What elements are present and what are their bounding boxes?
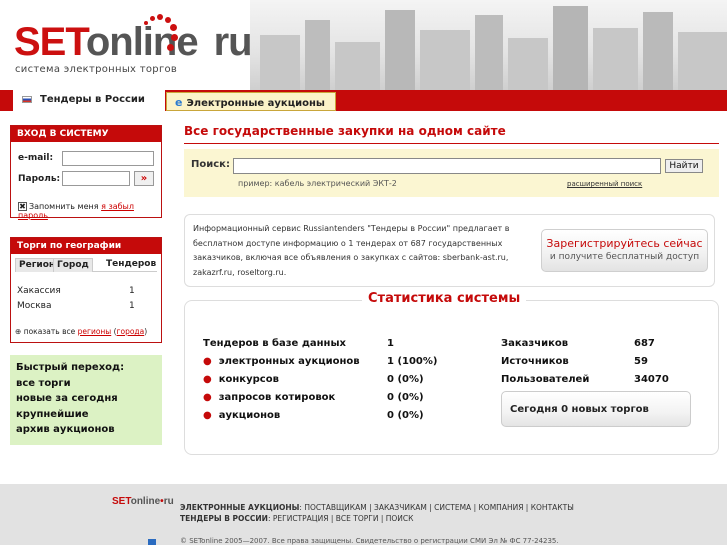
geo-region-count: 1	[129, 301, 135, 311]
quick-nav-largest[interactable]: крупнейшие	[16, 407, 156, 423]
footer-auctions-head[interactable]: ЭЛЕКТРОННЫЕ АУКЦИОНЫ	[180, 503, 299, 512]
password-label: Пароль:	[18, 174, 61, 184]
login-title: ВХОД В СИСТЕМУ	[11, 126, 161, 142]
password-field[interactable]	[62, 171, 130, 186]
all-regions-link[interactable]: регионы	[78, 327, 112, 336]
ie-icon: e	[175, 96, 183, 109]
title-divider	[184, 143, 719, 144]
copyright: © SETonline 2005—2007. Все права защищен…	[180, 537, 559, 545]
email-label: e-mail:	[18, 153, 54, 163]
remember-checkbox[interactable]: ✖	[18, 202, 27, 211]
tab-bar: Тендеры в России e Электронные аукционы	[0, 90, 727, 111]
geo-title: Торги по географии	[11, 238, 161, 254]
search-button[interactable]: Найти	[665, 159, 703, 173]
geo-tabs: Регион Город Тендеров	[15, 258, 157, 272]
quick-nav-new-today[interactable]: новые за сегодня	[16, 391, 156, 407]
stat-value-contests: 0 (0%)	[387, 374, 424, 385]
stat-value-customers: 687	[634, 338, 655, 349]
footer-tenders-head[interactable]: ТЕНДЕРЫ В РОССИИ	[180, 514, 268, 523]
register-line1: Зарегистрируйтесь сейчас	[546, 237, 703, 250]
stats-box: Статистика системы Тендеров в базе данны…	[184, 291, 719, 455]
stat-value-sources: 59	[634, 356, 648, 367]
tab-tenders-count[interactable]: Тендеров	[103, 258, 159, 272]
footer-logo[interactable]: SETonline•ru	[112, 496, 174, 507]
stats-title: Статистика системы	[362, 291, 527, 306]
geo-region-name: Москва	[17, 301, 52, 311]
search-panel: Поиск: Найти пример: кабель электрически…	[184, 149, 719, 197]
footer-auctions-links[interactable]: : ПОСТАВЩИКАМ | ЗАКАЗЧИКАМ | СИСТЕМА | К…	[299, 503, 573, 512]
stat-label-users: Пользователей	[501, 374, 590, 385]
quick-nav: Быстрый переход: все торги новые за сего…	[10, 355, 162, 445]
today-new-tenders-button[interactable]: Сегодня 0 новых торгов	[501, 391, 691, 427]
logo-ru: ru	[213, 20, 253, 64]
stat-value-users: 34070	[634, 374, 669, 385]
bullet-icon: ●	[203, 410, 212, 421]
geo-row[interactable]: Хакассия 1	[17, 286, 157, 296]
stat-value-quotations: 0 (0%)	[387, 392, 424, 403]
site-header: SETonline ru система электронных торгов	[0, 0, 727, 90]
tab-electronic-auctions[interactable]: e Электронные аукционы	[166, 92, 336, 111]
remember-row: ✖ Запомнить меня я забыл пароль	[18, 202, 161, 220]
stat-label-contests: ● конкурсов	[203, 374, 279, 385]
bullet-icon: ●	[203, 392, 212, 403]
tagline: система электронных торгов	[15, 64, 178, 75]
bullet-icon: ●	[203, 356, 212, 367]
stat-value-e-auctions: 1 (100%)	[387, 356, 438, 367]
stat-label-customers: Заказчиков	[501, 338, 569, 349]
geo-row[interactable]: Москва 1	[17, 301, 157, 311]
remember-label: Запомнить меня	[29, 202, 99, 211]
footer-links-tenders: ТЕНДЕРЫ В РОССИИ: РЕГИСТРАЦИЯ | ВСЕ ТОРГ…	[180, 514, 413, 523]
quick-nav-archive[interactable]: архив аукционов	[16, 422, 156, 438]
geo-footer-prefix: показать все	[23, 327, 76, 336]
login-button[interactable]: »	[134, 171, 154, 186]
stat-label-text: электронных аукционов	[218, 356, 360, 367]
email-field[interactable]	[62, 151, 154, 166]
login-box: ВХОД В СИСТЕМУ e-mail: Пароль: » ✖ Запомн…	[10, 125, 162, 220]
footer-tenders-links[interactable]: : РЕГИСТРАЦИЯ | ВСЕ ТОРГИ | ПОИСК	[268, 514, 413, 523]
russia-flag-icon	[22, 95, 32, 103]
bullet-icon: ●	[203, 374, 212, 385]
stat-label-text: запросов котировок	[218, 392, 336, 403]
geo-region-name: Хакассия	[17, 286, 61, 296]
register-button[interactable]: Зарегистрируйтесь сейчас и получите бесп…	[541, 229, 708, 272]
register-line2: и получите бесплатный доступ	[549, 252, 700, 262]
advanced-search-link[interactable]: расширенный поиск	[567, 180, 642, 188]
tab-tenders-russia[interactable]: Тендеры в России	[13, 90, 165, 111]
tab-city[interactable]: Город	[53, 258, 93, 272]
geo-region-count: 1	[129, 286, 135, 296]
all-cities-link[interactable]: города	[117, 327, 145, 336]
footer-logo-online: online	[130, 496, 161, 507]
info-text: Информационный сервис Russiantenders "Те…	[193, 224, 510, 277]
footer-logo-set: SET	[112, 496, 131, 507]
site-footer: SETonline•ru ЭЛЕКТРОННЫЕ АУКЦИОНЫ: ПОСТА…	[0, 484, 727, 545]
footer-links-auctions: ЭЛЕКТРОННЫЕ АУКЦИОНЫ: ПОСТАВЩИКАМ | ЗАКА…	[180, 503, 574, 512]
stat-value-auctions: 0 (0%)	[387, 410, 424, 421]
skyline-image	[250, 0, 727, 90]
stat-label-text: аукционов	[218, 410, 281, 421]
logo-set: SET	[14, 20, 87, 64]
stat-label-auctions: ● аукционов	[203, 410, 280, 421]
stat-value-tenders: 1	[387, 338, 394, 349]
counter-icon	[148, 539, 156, 545]
footer-logo-ru: ru	[163, 496, 174, 507]
quick-nav-title: Быстрый переход:	[16, 362, 125, 373]
logo-dots-icon	[142, 13, 182, 53]
quick-nav-all-tenders[interactable]: все торги	[16, 376, 156, 392]
page-title: Все государственные закупки на одном сай…	[184, 124, 506, 138]
geo-footer: ⊕ показать все регионы (города)	[15, 327, 148, 336]
tab-label: Тендеры в России	[40, 94, 145, 105]
stat-label-sources: Источников	[501, 356, 569, 367]
info-box: Информационный сервис Russiantenders "Те…	[184, 214, 715, 287]
search-hint: пример: кабель электрический ЭКТ-2	[238, 179, 397, 188]
geo-box: Торги по географии Регион Город Тендеров…	[10, 237, 162, 343]
tab-label: Электронные аукционы	[186, 98, 325, 109]
site-logo[interactable]: SETonline ru	[14, 20, 253, 64]
search-input[interactable]	[233, 158, 661, 174]
stat-label-text: конкурсов	[218, 374, 279, 385]
plus-icon: ⊕	[15, 327, 22, 336]
stat-label-tenders: Тендеров в базе данных	[203, 338, 346, 349]
stat-label-e-auctions: ● электронных аукционов	[203, 356, 360, 367]
search-label: Поиск:	[191, 159, 230, 170]
stat-label-quotations: ● запросов котировок	[203, 392, 335, 403]
